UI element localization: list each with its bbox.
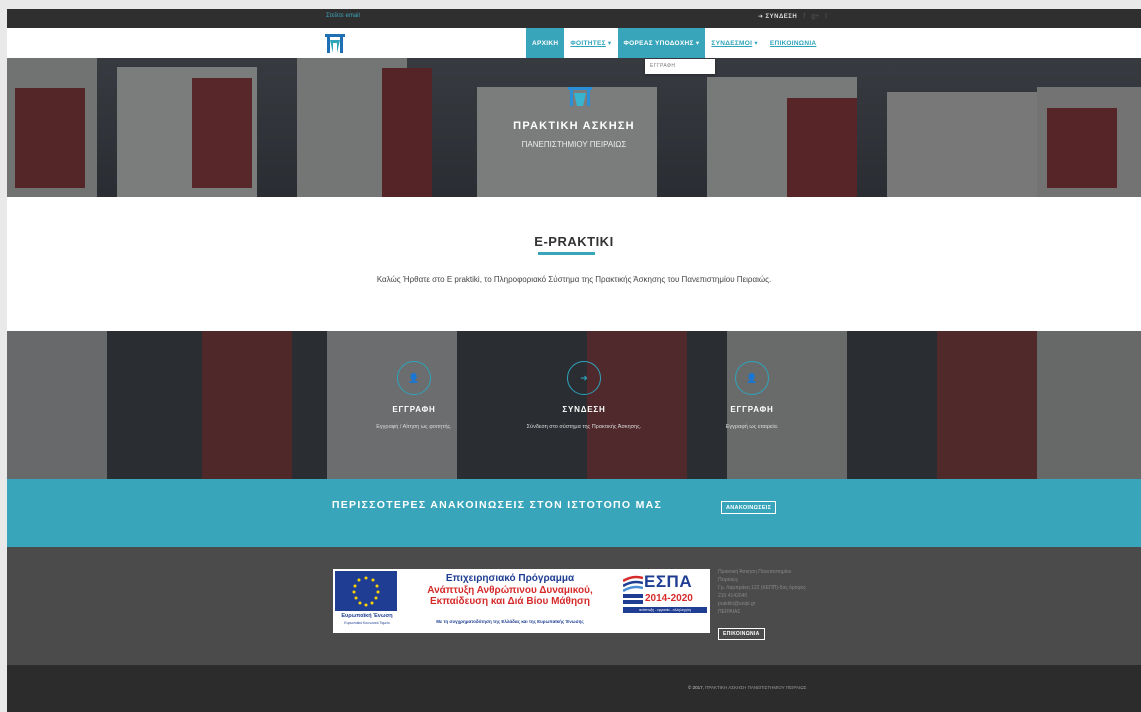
university-logo-icon (568, 87, 592, 106)
espa-years: 2014-2020 (645, 593, 693, 604)
nav-contact-label: ΕΠΙΚΟΙΝΩΝΙΑ (769, 39, 817, 47)
copyright-text: ΠΡΑΚΤΙΚΗ ΑΣΚΗΣΗ ΠΑΝΕΠΙΣΤΗΜΙΟΥ ΠΕΙΡΑΙΩΣ (705, 685, 807, 690)
nav-home[interactable]: ΑΡΧΙΚΗ (526, 28, 565, 58)
copyright-year: © 2017, (688, 685, 704, 690)
feature-company-register[interactable]: 👤 ΕΓΓΡΑΦΗ Εγγραφή ως εταιρεία. (672, 331, 832, 479)
dropdown-item-register[interactable]: ΕΓΓΡΑΦΗ (645, 59, 715, 74)
google-plus-icon[interactable]: g+ (811, 13, 819, 20)
login-link[interactable]: ➜ ΣΥΝΔΕΣΗ (758, 13, 798, 21)
program-line1: Επιχειρησιακό Πρόγραμμα (445, 573, 575, 584)
bottom-bar: © 2017, ΠΡΑΚΤΙΚΗ ΑΣΚΗΣΗ ΠΑΝΕΠΙΣΤΗΜΙΟΥ ΠΕ… (7, 665, 1141, 712)
announcements-title: ΠΕΡΙΣΣΟΤΕΡΕΣ ΑΝΑΚΟΙΝΩΣΕΙΣ ΣΤΟΝ ΙΣΤΟΤΟΠΟ … (331, 499, 663, 511)
program-line2: Ανάπτυξη Ανθρώπινου Δυναμικού, (427, 585, 593, 596)
eu-name: Ευρωπαϊκή Ένωση (341, 613, 393, 619)
feature-desc: Εγγραφή / Αίτηση ως φοιτητής. (376, 424, 452, 430)
announcements-band: ΠΕΡΙΣΣΟΤΕΡΕΣ ΑΝΑΚΟΙΝΩΣΕΙΣ ΣΤΟΝ ΙΣΤΟΤΟΠΟ … (7, 479, 1141, 547)
feature-title: ΣΥΝΔΕΣΗ (562, 405, 606, 414)
heading-underline (538, 252, 595, 255)
nav-host-organization[interactable]: ΦΟΡΕΑΣ ΥΠΟΔΟΧΗΣ ▾ (617, 28, 706, 58)
chevron-down-icon: ▾ (752, 40, 758, 47)
top-bar-right: ➜ ΣΥΝΔΕΣΗ f g+ t (758, 13, 827, 20)
page: Στείλτε email ➜ ΣΥΝΔΕΣΗ f g+ t ΑΡΧΙΚΗ ΦΟ… (7, 9, 1141, 712)
contact-line: Πρακτική Άσκηση Πανεπιστημίου (718, 569, 792, 575)
eu-mini-flag-icon (623, 594, 643, 604)
contact-button[interactable]: ΕΠΙΚΟΙΝΩΝΙΑ (718, 628, 765, 640)
main-nav: ΑΡΧΙΚΗ ΦΟΙΤΗΤΕΣ ▾ ΦΟΡΕΑΣ ΥΠΟΔΟΧΗΣ ▾ ΣΥΝΔ… (7, 28, 1141, 58)
chevron-down-icon: ▾ (693, 40, 700, 47)
announcements-button[interactable]: ΑΝΑΚΟΙΝΩΣΕΙΣ (721, 501, 777, 514)
hero-subtitle: ΠΑΝΕΠΙΣΤΗΜΙΟΥ ΠΕΙΡΑΙΩΣ (521, 140, 627, 149)
nav-contact[interactable]: ΕΠΙΚΟΙΝΩΝΙΑ (764, 28, 823, 58)
user-icon: 👤 (397, 361, 431, 395)
feature-title: ΕΓΓΡΑΦΗ (730, 405, 774, 414)
login-icon: ➜ (758, 14, 764, 20)
nav-menu: ΑΡΧΙΚΗ ΦΟΙΤΗΤΕΣ ▾ ΦΟΡΕΑΣ ΥΠΟΔΟΧΗΣ ▾ ΣΥΝΔ… (526, 28, 822, 58)
eu-flag-icon (335, 571, 397, 611)
nav-links-label: ΣΥΝΔΕΣΜΟΙ (711, 39, 753, 47)
top-bar: Στείλτε email ➜ ΣΥΝΔΕΣΗ f g+ t (7, 9, 1141, 28)
university-logo-icon[interactable] (324, 32, 346, 54)
contact-info: Πρακτική Άσκηση Πανεπιστημίου Πειραιώς Γ… (718, 568, 858, 616)
contact-email[interactable]: praktiki@unipi.gr (718, 600, 858, 608)
nav-students[interactable]: ΦΟΙΤΗΤΕΣ ▾ (564, 28, 617, 58)
feature-desc: Εγγραφή ως εταιρεία. (725, 424, 779, 430)
copyright: © 2017, ΠΡΑΚΤΙΚΗ ΑΣΚΗΣΗ ΠΑΝΕΠΙΣΤΗΜΙΟΥ ΠΕ… (688, 685, 806, 690)
espa-logo-text: ΕΣΠΑ (644, 572, 693, 591)
feature-desc: Σύνδεση στο σύστημα της Πρακτικής Άσκηση… (526, 424, 642, 430)
nav-host-label: ΦΟΡΕΑΣ ΥΠΟΔΟΧΗΣ (623, 39, 694, 47)
facebook-icon[interactable]: f (803, 13, 805, 20)
contact-phone: 210 4142640 (718, 593, 748, 599)
espa-banner: Ευρωπαϊκή Ένωση Ευρωπαϊκό Κοινωνικό Ταμε… (333, 569, 710, 633)
intro-text: Καλώς Ήρθατε στο E praktiki, το Πληροφορ… (376, 275, 772, 284)
feature-title: ΕΓΓΡΑΦΗ (392, 405, 436, 414)
features-section: 👤 ΕΓΓΡΑΦΗ Εγγραφή / Αίτηση ως φοιτητής. … (7, 331, 1141, 479)
email-link[interactable]: Στείλτε email (326, 13, 360, 19)
feature-student-register[interactable]: 👤 ΕΓΓΡΑΦΗ Εγγραφή / Αίτηση ως φοιτητής. (334, 331, 494, 479)
twitter-icon[interactable]: t (825, 13, 827, 20)
contact-line: Πειραιώς (718, 577, 739, 583)
nav-home-label: ΑΡΧΙΚΗ (532, 39, 559, 47)
hero-title: ΠΡΑΚΤΙΚΗ ΑΣΚΗΣΗ (513, 120, 635, 132)
nav-students-label: ΦΟΙΤΗΤΕΣ (570, 39, 606, 47)
feature-login[interactable]: ➜ ΣΥΝΔΕΣΗ Σύνδεση στο σύστημα της Πρακτι… (504, 331, 664, 479)
intro-section: E-PRAKTIKI Καλώς Ήρθατε στο E praktiki, … (7, 197, 1141, 331)
login-label: ΣΥΝΔΕΣΗ (765, 13, 798, 20)
contact-line: ΠΕΙΡΑΙΑΣ (718, 609, 741, 615)
contact-line: Γρ. Λαμπράκη 122 (ΚΕΠΠ)-5ος όροφος (718, 585, 806, 591)
hero-banner: ΠΡΑΚΤΙΚΗ ΑΣΚΗΣΗ ΠΑΝΕΠΙΣΤΗΜΙΟΥ ΠΕΙΡΑΙΩΣ (7, 58, 1141, 197)
cofinance-text: Με τη συγχρηματοδότηση της Ελλάδας και τ… (436, 619, 584, 624)
espa-swoosh-icon (623, 575, 643, 593)
footer: Ευρωπαϊκή Ένωση Ευρωπαϊκό Κοινωνικό Ταμε… (7, 547, 1141, 665)
program-line2-3: Ανάπτυξη Ανθρώπινου Δυναμικού, Εκπαίδευσ… (403, 585, 617, 607)
eu-fund: Ευρωπαϊκό Κοινωνικό Ταμείο (344, 621, 390, 625)
program-line3: Εκπαίδευση και Διά Βίου Μάθηση (429, 596, 591, 607)
login-icon: ➜ (567, 361, 601, 395)
intro-heading: E-PRAKTIKI (534, 234, 614, 249)
nav-links[interactable]: ΣΥΝΔΕΣΜΟΙ ▾ (705, 28, 764, 58)
user-icon: 👤 (735, 361, 769, 395)
espa-motto: ανάπτυξη - εργασία - αλληλεγγύη (623, 607, 707, 613)
chevron-down-icon: ▾ (605, 40, 612, 47)
